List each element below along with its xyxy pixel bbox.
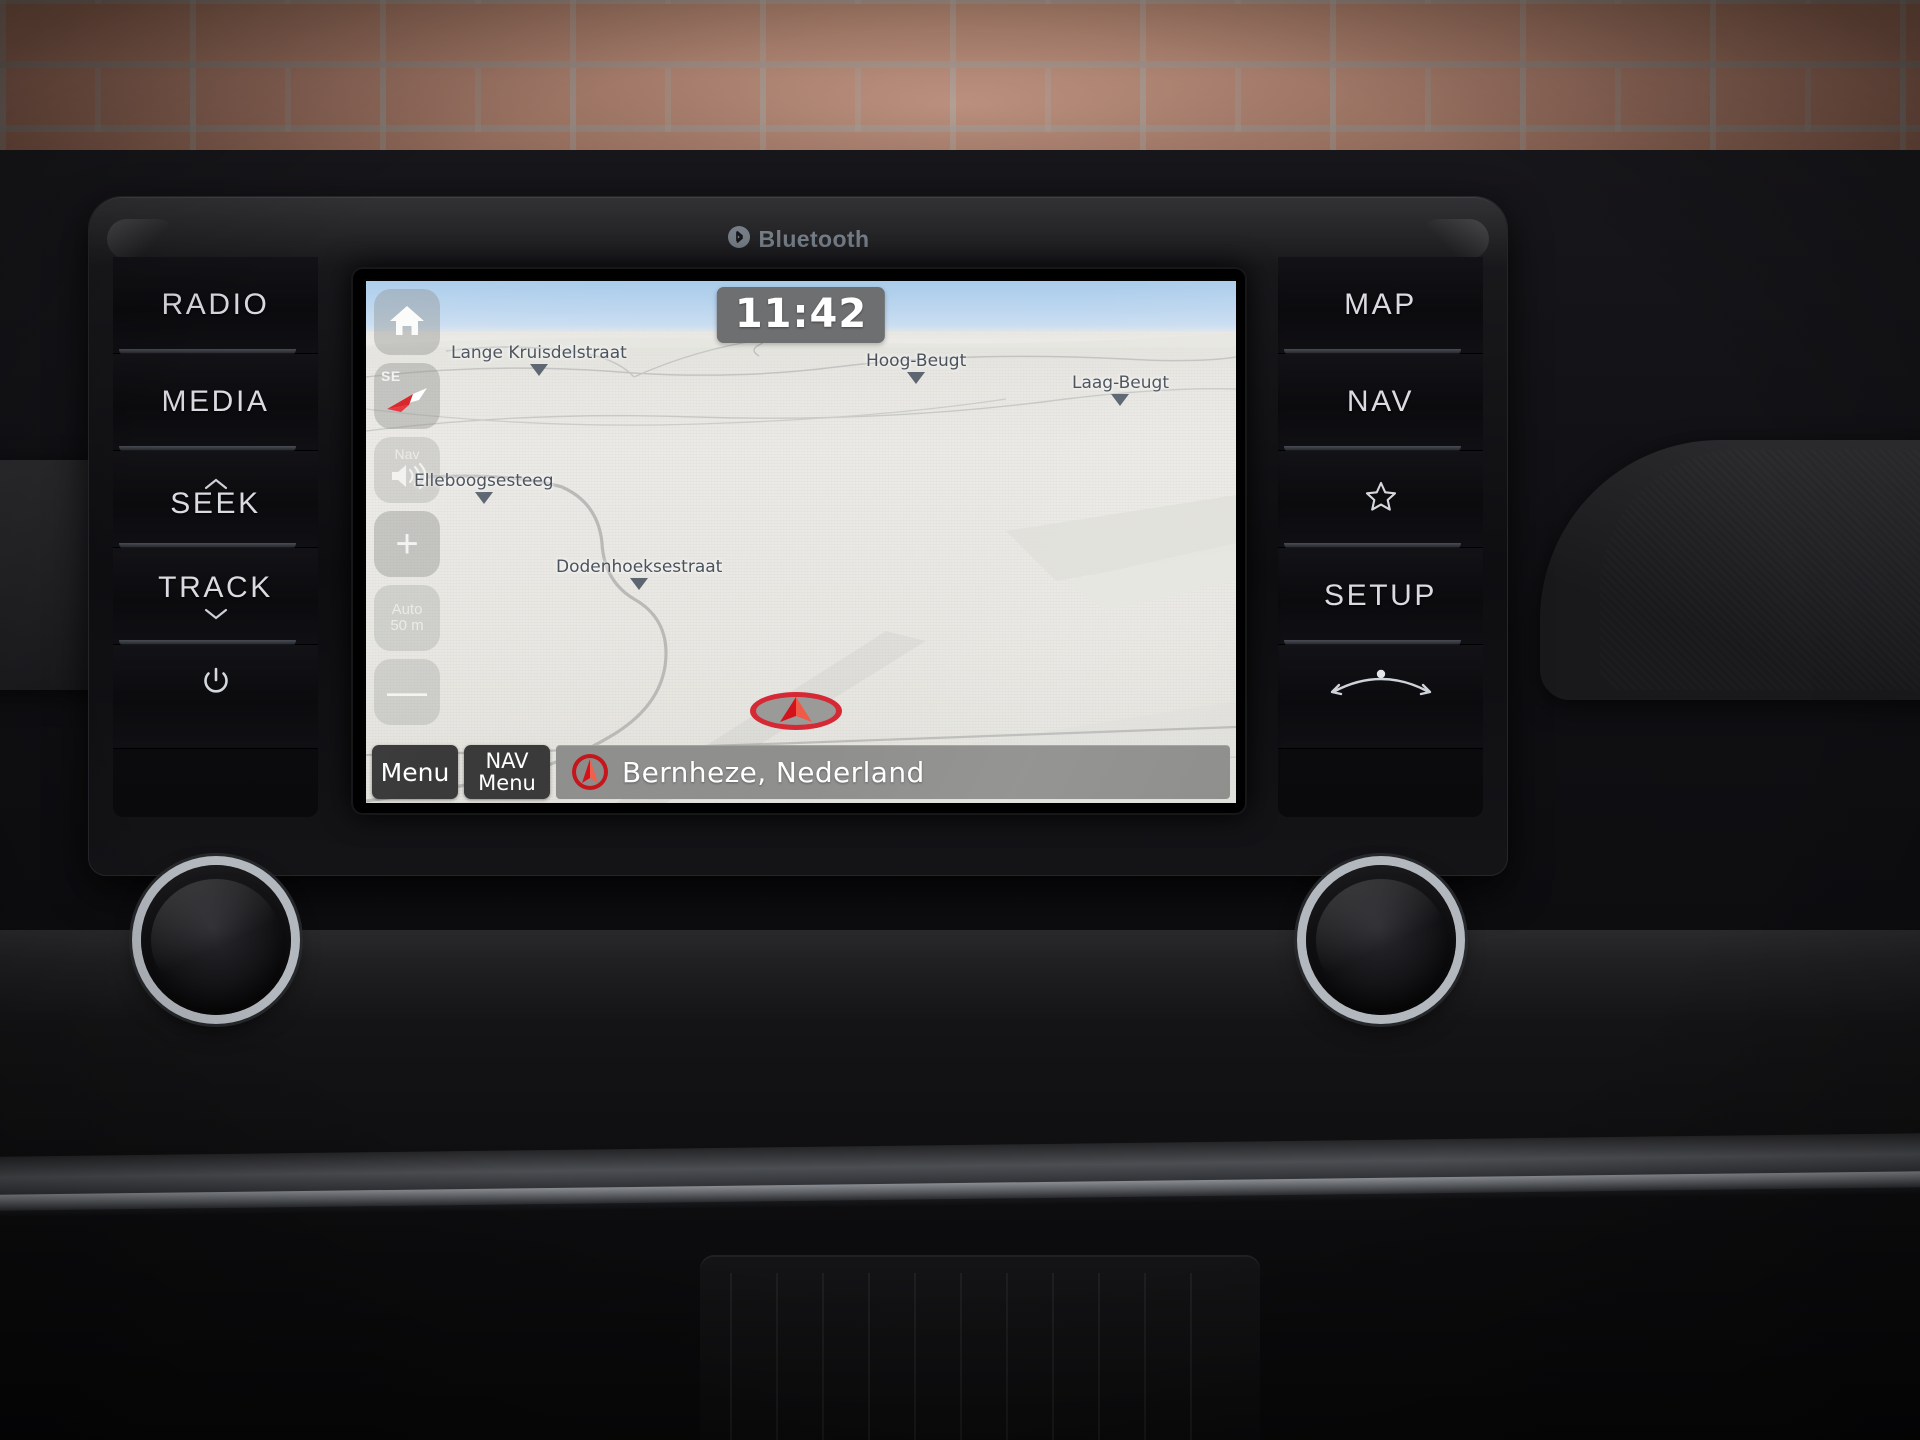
clock: 11:42 <box>716 287 886 343</box>
nav-button-label: NAV <box>1346 385 1415 418</box>
head-unit-bezel: Bluetooth RADIO MEDIA SEEK TRACK MAP NAV… <box>88 196 1508 1015</box>
zoom-out-button[interactable]: — <box>374 659 440 725</box>
right-button-column: MAP NAV SETUP <box>1278 257 1483 817</box>
nav-menu-button[interactable]: NAV Menu <box>464 745 550 799</box>
street-label-text: Dodenhoeksestraat <box>556 557 723 577</box>
photo-scene: Bluetooth RADIO MEDIA SEEK TRACK MAP NAV… <box>0 0 1920 1440</box>
compass-heading-label: SE <box>381 368 401 384</box>
map-pin-icon <box>1111 394 1130 406</box>
street-label-text: Laag-Beugt <box>1072 373 1169 393</box>
nav-button[interactable]: NAV <box>1278 354 1483 453</box>
street-label-text: Hoog-Beugt <box>866 351 967 371</box>
seek-button[interactable]: SEEK <box>113 451 318 550</box>
nav-voice-label: Nav <box>394 445 420 462</box>
left-button-column: RADIO MEDIA SEEK TRACK <box>113 257 318 817</box>
street-label-hoog-beugt: Hoog-Beugt <box>866 351 966 384</box>
bluetooth-label: Bluetooth <box>758 226 870 252</box>
map-scale-mode-label: Auto <box>391 601 423 618</box>
street-label-dodenhoeksestraat: Dodenhoeksestraat <box>556 557 722 590</box>
display-bezel: 11:42 SE Nav + Auto 50 m — Lange Kruisde… <box>351 267 1247 815</box>
bluetooth-icon <box>727 225 751 254</box>
home-button[interactable] <box>374 289 440 355</box>
favorites-button[interactable] <box>1278 451 1483 550</box>
minus-icon: — <box>387 670 427 714</box>
compass-button[interactable]: SE <box>374 363 440 429</box>
nav-menu-button-label-line1: NAV <box>485 749 529 773</box>
map-scale-value-label: 50 m <box>390 617 424 634</box>
street-label-lange-kruisdelstraat: Lange Kruisdelstraat <box>451 343 627 376</box>
volume-knob[interactable] <box>140 865 291 1015</box>
tune-knob[interactable] <box>1305 865 1456 1015</box>
vehicle-position-marker <box>748 690 844 732</box>
power-icon <box>198 663 234 704</box>
star-icon <box>1362 478 1400 521</box>
map-pin-icon <box>630 578 649 590</box>
radio-button-label: RADIO <box>161 288 270 321</box>
map-control-strip: SE Nav + Auto 50 m — <box>374 289 440 725</box>
media-button[interactable]: MEDIA <box>113 354 318 453</box>
street-label-text: Lange Kruisdelstraat <box>451 343 627 363</box>
plus-icon: + <box>395 522 419 566</box>
map-pin-icon <box>474 492 493 504</box>
setup-button[interactable]: SETUP <box>1278 548 1483 647</box>
media-button-label: MEDIA <box>161 385 270 418</box>
seek-button-label: SEEK <box>170 487 261 520</box>
radio-button[interactable]: RADIO <box>113 257 318 356</box>
map-button-label: MAP <box>1344 288 1417 321</box>
menu-button[interactable]: Menu <box>372 745 458 799</box>
bluetooth-badge: Bluetooth <box>89 225 1507 254</box>
screen-bottom-bar: Menu NAV Menu Bernheze, Nederland <box>366 741 1236 803</box>
map-scale-button[interactable]: Auto 50 m <box>374 585 440 651</box>
track-button-label: TRACK <box>158 571 273 604</box>
nav-arrow-icon <box>570 752 610 792</box>
navigation-screen[interactable]: 11:42 SE Nav + Auto 50 m — Lange Kruisde… <box>366 281 1236 803</box>
center-console-vent <box>700 1255 1260 1440</box>
map-button[interactable]: MAP <box>1278 257 1483 356</box>
power-button[interactable] <box>113 645 318 749</box>
location-status-bar[interactable]: Bernheze, Nederland <box>556 745 1230 799</box>
street-label-text: Elleboogsesteeg <box>414 471 554 491</box>
street-label-laag-beugt: Laag-Beugt <box>1072 373 1169 406</box>
map-pin-icon <box>529 364 548 376</box>
tune-arc-icon <box>1321 665 1441 706</box>
tune-knob-marking-area <box>1278 645 1483 749</box>
location-text: Bernheze, Nederland <box>622 755 925 789</box>
map-pin-icon <box>907 372 926 384</box>
chevron-down-icon <box>203 607 229 621</box>
setup-button-label: SETUP <box>1323 579 1438 612</box>
zoom-in-button[interactable]: + <box>374 511 440 577</box>
home-icon <box>387 302 427 343</box>
menu-button-label: Menu <box>380 757 450 787</box>
nav-menu-button-label-line2: Menu <box>478 771 536 795</box>
street-label-elleboogsesteeg: Elleboogsesteeg <box>414 471 554 504</box>
compass-icon <box>383 385 431 420</box>
track-button[interactable]: TRACK <box>113 548 318 647</box>
